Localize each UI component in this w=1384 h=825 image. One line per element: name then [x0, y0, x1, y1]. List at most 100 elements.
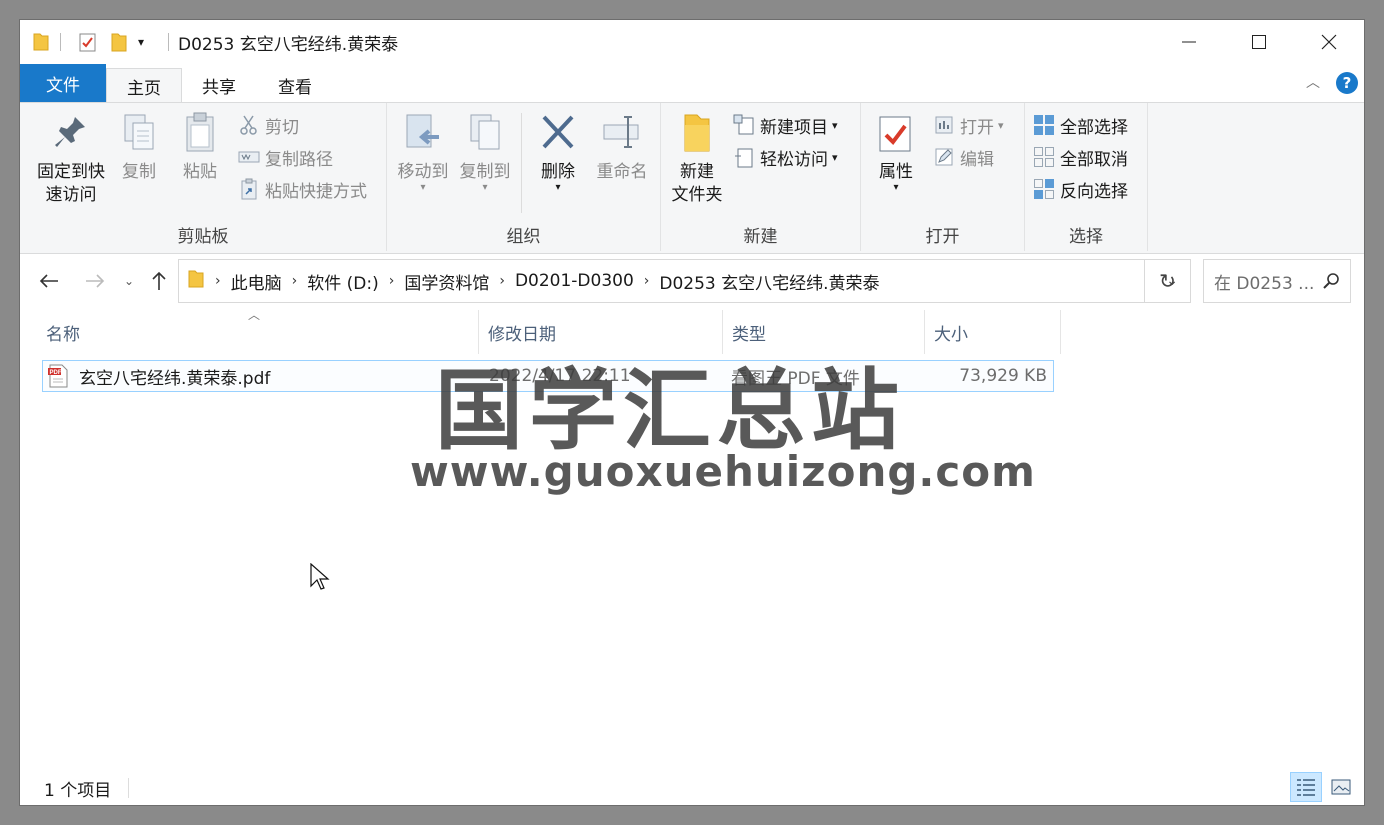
table-row[interactable]: PDF 玄空八宅经纬.黄荣泰.pdf 2022/4/17 22:11 看图王 P… — [42, 360, 1054, 392]
forward-arrow-icon[interactable] — [80, 266, 110, 296]
paste-shortcut-button[interactable]: 粘贴快捷方式 — [238, 175, 367, 203]
copy-button[interactable]: 复制 — [114, 111, 164, 184]
up-arrow-icon[interactable] — [144, 266, 174, 296]
divider — [168, 30, 169, 54]
delete-button[interactable]: 删除 ▾ — [531, 111, 585, 193]
refresh-icon[interactable]: ↻ — [1144, 259, 1191, 303]
easy-access-button[interactable]: 轻松访问 ▾ — [733, 143, 838, 171]
properties-quick-icon[interactable] — [78, 30, 98, 54]
column-divider[interactable] — [1060, 310, 1061, 354]
breadcrumb-separator-chevron-right-icon[interactable]: › — [644, 273, 650, 289]
search-icon[interactable] — [1322, 272, 1340, 295]
move-to-button[interactable]: 移动到 ▾ — [393, 111, 453, 193]
customize-quick-access-chevron-down-icon[interactable]: ▾ — [138, 30, 144, 54]
navigation-bar: ⌄ › 此电脑 › 软件 (D:) › 国学资料馆 › D0201-D0300 … — [20, 256, 1364, 306]
status-bar: 1 个项目 — [20, 772, 1364, 805]
minimize-button[interactable] — [1154, 20, 1224, 64]
column-header-name[interactable]: 名称 — [46, 312, 80, 352]
invert-selection-label: 反向选择 — [1060, 181, 1128, 202]
copy-to-chevron-down-icon: ▾ — [482, 182, 488, 193]
pin-icon — [55, 117, 85, 147]
tab-home[interactable]: 主页 — [106, 68, 182, 103]
ribbon: 固定到快 速访问 复制 粘贴 剪切 复制路径 粘贴快捷方式 剪贴板 移动到 ▾ … — [20, 102, 1364, 254]
tab-file[interactable]: 文件 — [20, 64, 106, 102]
column-header-type[interactable]: 类型 — [732, 312, 766, 352]
back-arrow-icon[interactable] — [34, 266, 64, 296]
column-header-size[interactable]: 大小 — [934, 312, 968, 352]
scissors-icon — [240, 115, 257, 135]
details-view-icon[interactable] — [1290, 772, 1322, 802]
paste-button[interactable]: 粘贴 — [175, 111, 225, 184]
cut-button[interactable]: 剪切 — [238, 111, 299, 139]
paste-label: 粘贴 — [183, 162, 217, 182]
group-label-organize: 组织 — [506, 227, 541, 247]
column-divider[interactable] — [478, 310, 479, 354]
pin-to-quick-access-button[interactable]: 固定到快 速访问 — [28, 111, 114, 207]
divider — [128, 778, 129, 798]
select-none-button[interactable]: 全部取消 — [1033, 143, 1128, 171]
new-item-label: 新建项目 — [760, 117, 828, 138]
collapse-ribbon-chevron-up-icon[interactable]: ︿ — [1306, 72, 1320, 92]
pin-label-line1: 固定到快 — [37, 162, 105, 182]
easy-access-icon — [735, 148, 753, 168]
open-button[interactable]: 打开 ▾ — [933, 111, 1004, 139]
sort-ascending-chevron-up-icon: ︿ — [248, 308, 261, 322]
folder-icon — [187, 269, 205, 294]
select-none-label: 全部取消 — [1060, 149, 1128, 170]
breadcrumb-this-pc[interactable]: 此电脑 — [231, 269, 282, 294]
copy-to-label: 复制到 — [459, 162, 511, 182]
recent-locations-chevron-down-icon[interactable]: ⌄ — [118, 266, 140, 296]
column-divider[interactable] — [722, 310, 723, 354]
pin-label-line2: 速访问 — [45, 185, 97, 205]
file-name[interactable]: 玄空八宅经纬.黄荣泰.pdf — [79, 361, 270, 391]
address-bar[interactable]: › 此电脑 › 软件 (D:) › 国学资料馆 › D0201-D0300 › … — [178, 259, 1191, 303]
edit-button[interactable]: 编辑 — [933, 143, 994, 171]
column-divider[interactable] — [924, 310, 925, 354]
breadcrumb-separator-chevron-right-icon[interactable]: › — [499, 273, 505, 289]
select-all-button[interactable]: 全部选择 — [1033, 111, 1128, 139]
breadcrumb-current-folder[interactable]: D0253 玄空八宅经纬.黄荣泰 — [659, 269, 879, 294]
rename-label: 重命名 — [596, 162, 648, 182]
group-select: 全部选择 全部取消 反向选择 选择 — [1025, 103, 1148, 251]
properties-button[interactable]: 属性 ▾ — [869, 111, 923, 193]
watermark-url: www.guoxuehuizong.com — [410, 447, 1036, 496]
paste-shortcut-label: 粘贴快捷方式 — [265, 181, 367, 202]
copy-path-button[interactable]: 复制路径 — [238, 143, 333, 171]
search-placeholder: 在 D0253 ... — [1214, 273, 1315, 294]
new-folder-button[interactable]: 新建 文件夹 — [665, 111, 729, 207]
breadcrumb-separator-chevron-right-icon[interactable]: › — [389, 273, 395, 289]
breadcrumb-drive-d[interactable]: 软件 (D:) — [307, 269, 379, 294]
copy-to-button[interactable]: 复制到 ▾ — [455, 111, 515, 193]
invert-selection-button[interactable]: 反向选择 — [1033, 175, 1128, 203]
new-item-button[interactable]: 新建项目 ▾ — [733, 111, 838, 139]
select-all-icon — [1034, 115, 1054, 135]
group-clipboard: 固定到快 速访问 复制 粘贴 剪切 复制路径 粘贴快捷方式 剪贴板 — [20, 103, 387, 251]
group-label-open: 打开 — [925, 227, 960, 247]
title-bar: ▾ D0253 玄空八宅经纬.黄荣泰 — [20, 20, 1364, 64]
maximize-button[interactable] — [1224, 20, 1294, 64]
column-header-modified[interactable]: 修改日期 — [488, 312, 556, 352]
folder-icon — [32, 30, 50, 54]
file-modified: 2022/4/17 22:11 — [489, 366, 631, 386]
select-none-icon — [1034, 147, 1054, 167]
search-input[interactable]: 在 D0253 ... — [1203, 259, 1351, 303]
tab-share[interactable]: 共享 — [188, 68, 250, 102]
move-to-label: 移动到 — [397, 162, 449, 182]
breadcrumb-range-folder[interactable]: D0201-D0300 — [515, 271, 634, 291]
easy-access-label: 轻松访问 — [760, 149, 828, 170]
open-chevron-down-icon: ▾ — [998, 118, 1004, 132]
breadcrumb-library[interactable]: 国学资料馆 — [404, 269, 489, 294]
new-folder-quick-icon[interactable] — [110, 30, 128, 54]
group-label-select: 选择 — [1069, 227, 1103, 247]
rename-icon — [603, 116, 639, 148]
svg-text:PDF: PDF — [50, 370, 62, 376]
pdf-file-icon: PDF — [47, 361, 69, 391]
help-icon[interactable]: ? — [1336, 72, 1358, 94]
rename-button[interactable]: 重命名 — [591, 111, 653, 184]
close-button[interactable] — [1294, 20, 1364, 64]
breadcrumb-separator-chevron-right-icon[interactable]: › — [292, 273, 298, 289]
delete-chevron-down-icon: ▾ — [555, 182, 561, 193]
copy-icon — [124, 114, 154, 150]
large-icons-view-icon[interactable] — [1326, 772, 1356, 802]
tab-view[interactable]: 查看 — [264, 68, 326, 102]
